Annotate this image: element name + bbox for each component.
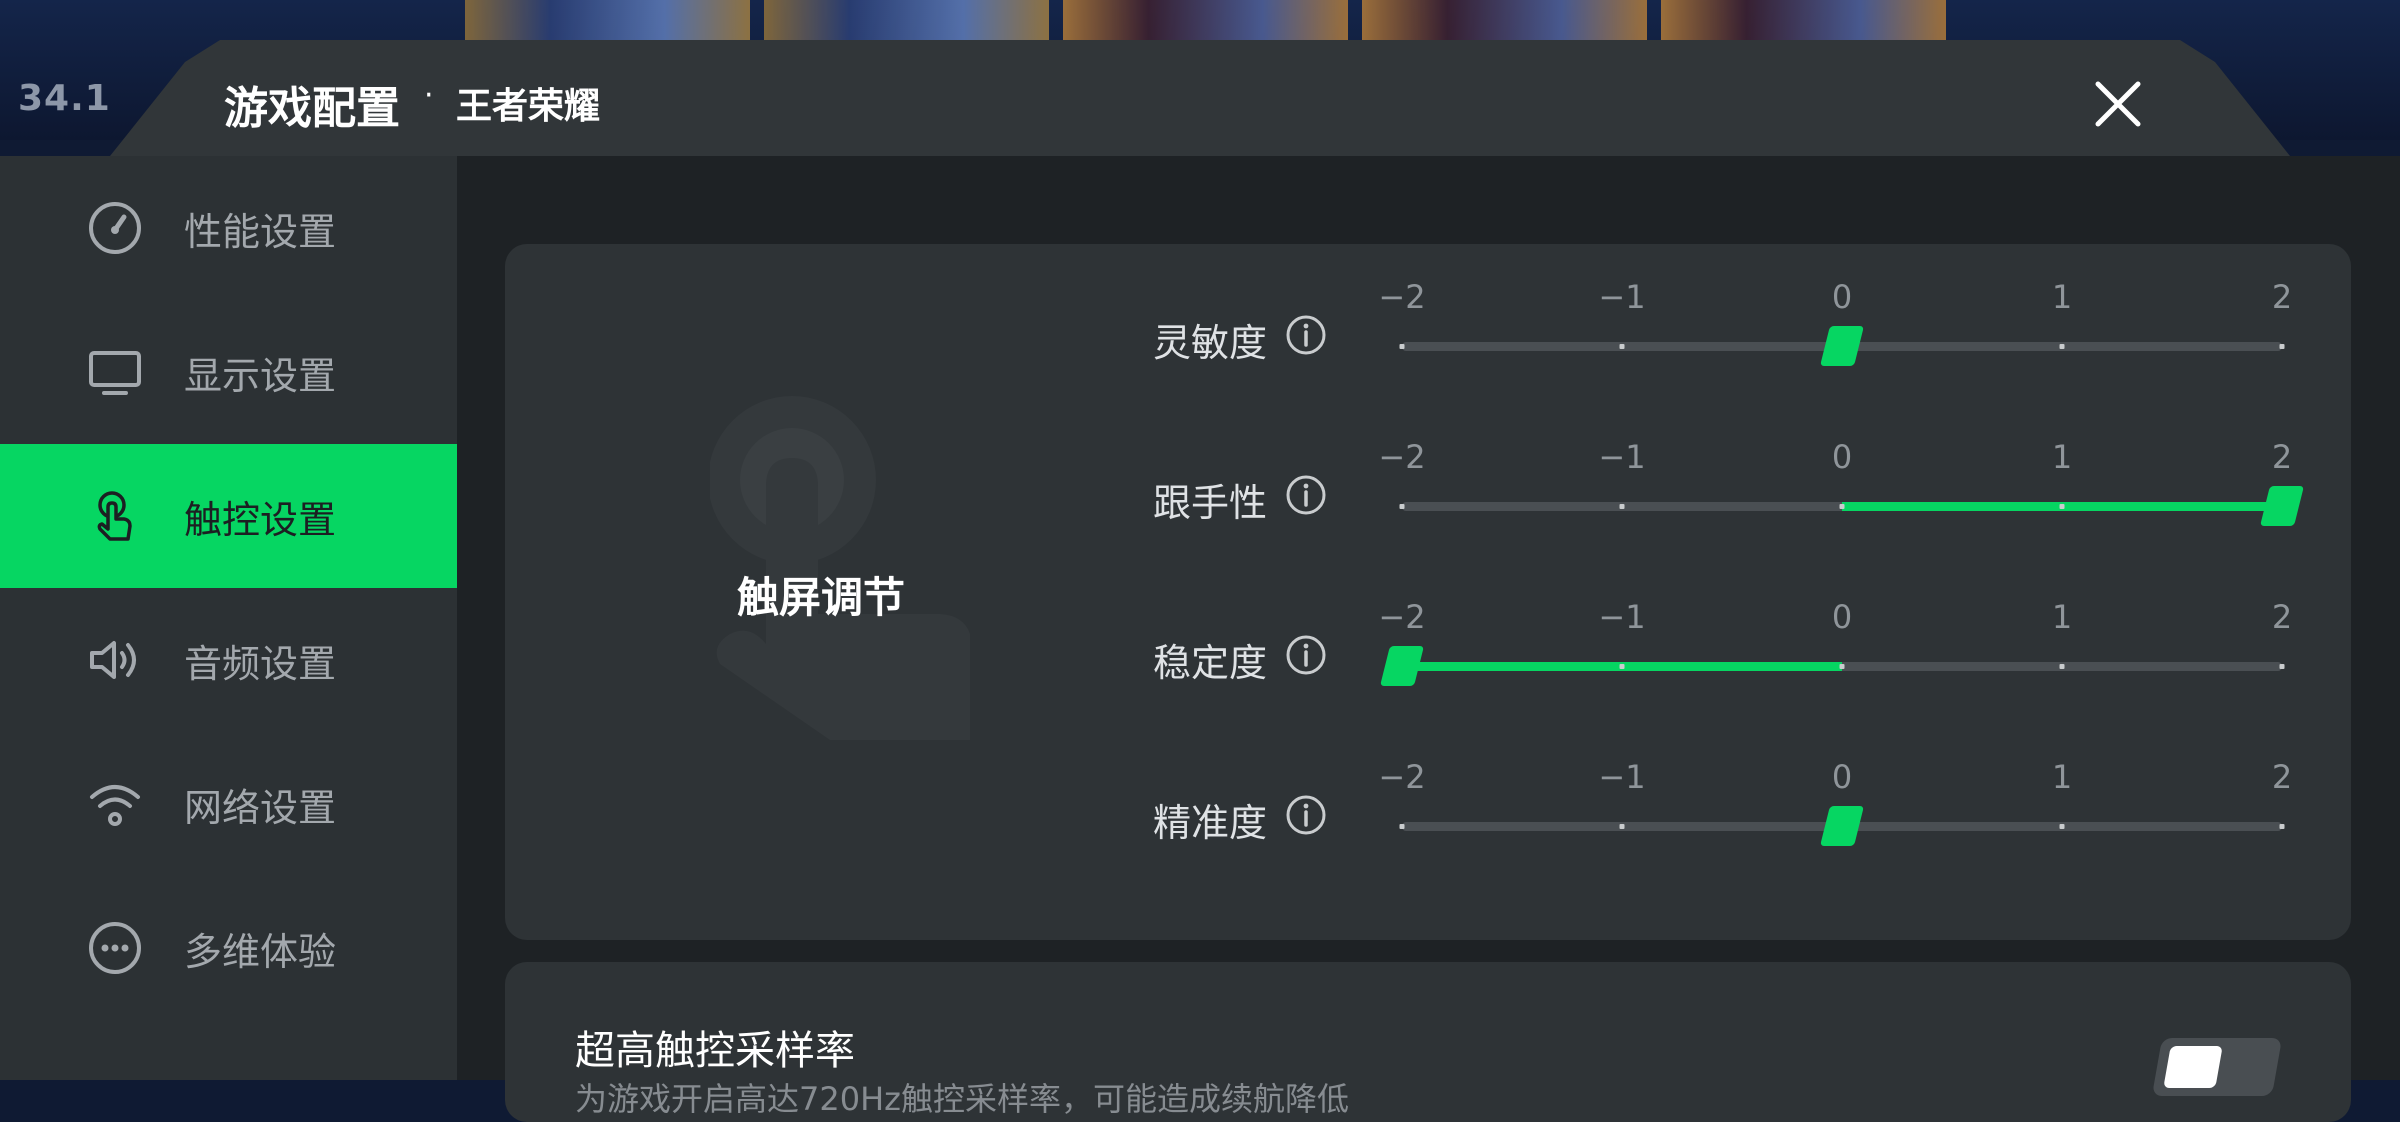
info-icon[interactable] <box>1285 634 1327 676</box>
slider-thumb[interactable] <box>1380 646 1424 686</box>
slider-thumb[interactable] <box>1820 326 1864 366</box>
tick-label: 0 <box>1831 278 1853 316</box>
tick-mark <box>2279 344 2285 349</box>
tick-mark <box>1619 504 1625 509</box>
slider-label: 稳定度 <box>1153 641 1268 685</box>
slider-track[interactable] <box>1399 486 2304 526</box>
title-separator: · <box>424 78 434 113</box>
tick-mark <box>2059 504 2065 509</box>
tick-mark <box>2059 824 2065 829</box>
sampling-rate-card: 超高触控采样率 为游戏开启高达720Hz触控采样率，可能造成续航降低 <box>505 962 2351 1122</box>
sidebar-item-label: 显示设置 <box>184 353 337 398</box>
wifi-icon <box>90 785 140 826</box>
game-name: 王者荣耀 <box>456 86 601 127</box>
slider-row: 灵敏度 −2 −1 0 1 2 <box>505 278 2351 428</box>
hero-card <box>1661 0 1946 45</box>
sidebar-item-display[interactable]: 显示设置 <box>0 300 457 444</box>
tick-label: −2 <box>1378 438 1426 476</box>
tick-label: 1 <box>2051 278 2073 316</box>
monitor-icon <box>89 351 141 395</box>
more-icon <box>89 922 141 974</box>
tick-mark <box>1619 344 1625 349</box>
tick-label: 1 <box>2051 438 2073 476</box>
sidebar-item-touch[interactable]: 触控设置 <box>0 444 457 588</box>
tick-label: 0 <box>1831 438 1853 476</box>
sidebar-item-performance[interactable]: 性能设置 <box>0 156 457 300</box>
info-icon[interactable] <box>1285 474 1327 516</box>
tick-label: −1 <box>1598 758 1646 796</box>
hero-card <box>1362 0 1647 45</box>
speaker-icon <box>90 641 136 679</box>
slider-thumb[interactable] <box>1820 806 1864 846</box>
tick-label: −1 <box>1598 278 1646 316</box>
tick-label: −2 <box>1378 598 1426 636</box>
tick-label: 1 <box>2051 758 2073 796</box>
game-hero-strip <box>465 0 1946 45</box>
tick-label: 2 <box>2271 278 2293 316</box>
sidebar-item-label: 性能设置 <box>184 209 337 254</box>
hero-card <box>465 0 750 45</box>
slider-row: 稳定度 −2 −1 0 1 2 <box>505 598 2351 748</box>
tick-label: 2 <box>2271 598 2293 636</box>
tick-mark <box>2059 344 2065 349</box>
tick-mark <box>1399 504 1405 509</box>
slider-label: 灵敏度 <box>1153 321 1268 365</box>
info-icon[interactable] <box>1285 794 1327 836</box>
tick-mark <box>2059 664 2065 669</box>
tick-mark <box>2279 824 2285 829</box>
tick-label: 2 <box>2271 438 2293 476</box>
tick-label: −2 <box>1378 278 1426 316</box>
slider-track[interactable] <box>1399 806 2285 846</box>
slider-track[interactable] <box>1399 326 2285 366</box>
toggle-knob <box>2163 1046 2223 1088</box>
settings-sidebar: 性能设置 显示设置 触控设置 音频设置 网络设置 多维体验 <box>0 156 457 1080</box>
tick-mark <box>1399 344 1405 349</box>
game-config-dialog: 游戏配置 · 王者荣耀 性能设置 显示设置 触控设置 音频设置 网络设置 多维体… <box>0 40 2400 1122</box>
sidebar-item-experience[interactable]: 多维体验 <box>0 876 457 1020</box>
tick-mark <box>1399 824 1405 829</box>
dialog-body: 性能设置 显示设置 触控设置 音频设置 网络设置 多维体验 触屏调节 灵敏度 −… <box>0 156 2400 1122</box>
close-icon <box>2095 81 2141 127</box>
tick-label: −1 <box>1598 598 1646 636</box>
tick-label: 0 <box>1831 598 1853 636</box>
slider-label: 跟手性 <box>1153 481 1268 525</box>
sidebar-item-label: 音频设置 <box>184 641 337 686</box>
sampling-rate-title: 超高触控采样率 <box>575 1028 855 1074</box>
sampling-rate-description: 为游戏开启高达720Hz触控采样率，可能造成续航降低 <box>575 1080 1349 1118</box>
tick-mark <box>1839 664 1845 669</box>
tick-label: −2 <box>1378 758 1426 796</box>
sidebar-item-label: 多维体验 <box>184 929 337 974</box>
dialog-title: 游戏配置 <box>224 83 400 134</box>
hero-card <box>1063 0 1348 45</box>
slider-row: 精准度 −2 −1 0 1 2 <box>505 758 2351 908</box>
tick-label: −1 <box>1598 438 1646 476</box>
close-button[interactable] <box>2088 74 2148 134</box>
sampling-rate-toggle[interactable] <box>2151 1038 2283 1096</box>
tick-label: 2 <box>2271 758 2293 796</box>
sidebar-item-label: 网络设置 <box>184 785 337 830</box>
hero-card <box>764 0 1049 45</box>
gauge-icon <box>89 202 141 254</box>
slider-thumb[interactable] <box>2260 486 2304 526</box>
tick-label: 0 <box>1831 758 1853 796</box>
tick-mark <box>1619 824 1625 829</box>
slider-row: 跟手性 −2 −1 0 1 2 <box>505 438 2351 588</box>
sidebar-item-audio[interactable]: 音频设置 <box>0 588 457 732</box>
touch-icon <box>97 491 132 541</box>
slider-label: 精准度 <box>1153 801 1268 845</box>
tick-mark <box>2279 664 2285 669</box>
sidebar-item-network[interactable]: 网络设置 <box>0 732 457 876</box>
sidebar-item-label: 触控设置 <box>184 497 337 542</box>
tick-label: 1 <box>2051 598 2073 636</box>
slider-track[interactable] <box>1380 646 2285 686</box>
tick-mark <box>1839 504 1845 509</box>
info-icon[interactable] <box>1285 314 1327 356</box>
touch-adjust-card: 触屏调节 灵敏度 −2 −1 0 1 2 跟手性 −2 −1 0 1 2 稳定度 −2 −1 0 1 2 精准度 −2… <box>505 244 2351 940</box>
tick-mark <box>1619 664 1625 669</box>
